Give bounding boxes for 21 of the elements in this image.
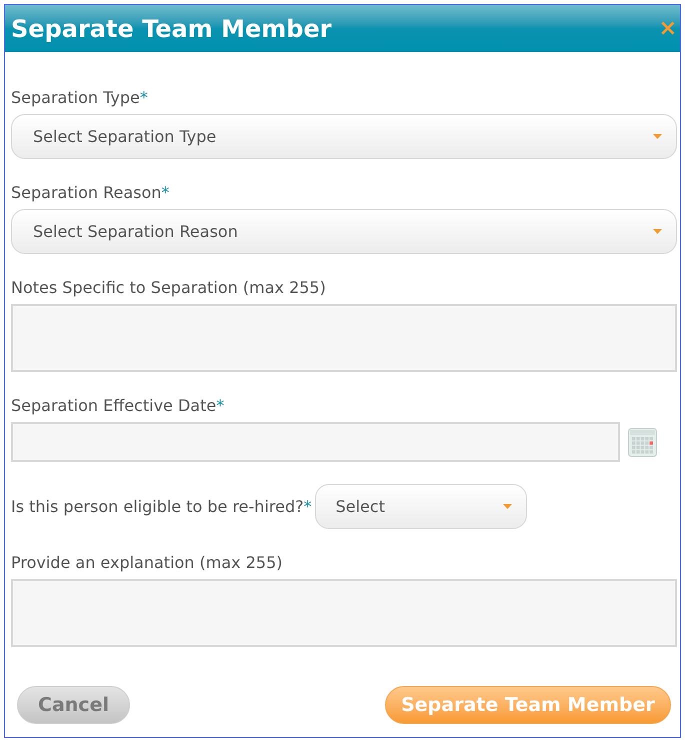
field-label: Separation Effective Date <box>11 395 216 417</box>
required-mark: * <box>304 496 312 518</box>
required-mark: * <box>161 182 170 204</box>
field-label: Separation Reason <box>11 182 162 204</box>
window-title: Separate Team Member <box>11 14 332 44</box>
field-label: Is this person eligible to be re-hired? <box>11 496 304 518</box>
required-mark: * <box>140 87 148 109</box>
field-label: Notes Specific to Separation (max 255) <box>11 277 326 299</box>
caret-icon <box>502 504 512 509</box>
text-area[interactable] <box>11 579 677 647</box>
required-mark: * <box>216 395 224 417</box>
text-area[interactable] <box>11 304 677 372</box>
select-dropdown[interactable]: Select Separation Type <box>11 114 677 159</box>
caret-icon <box>653 134 662 139</box>
date-input[interactable] <box>11 422 620 462</box>
field-label: Separation Type <box>11 87 140 109</box>
select-dropdown[interactable]: Select <box>314 484 527 529</box>
field-label: Provide an explanation (max 255) <box>11 552 282 574</box>
caret-icon <box>653 229 662 234</box>
calendar-icon[interactable] <box>628 428 657 456</box>
select-dropdown[interactable]: Select Separation Reason <box>11 209 677 254</box>
